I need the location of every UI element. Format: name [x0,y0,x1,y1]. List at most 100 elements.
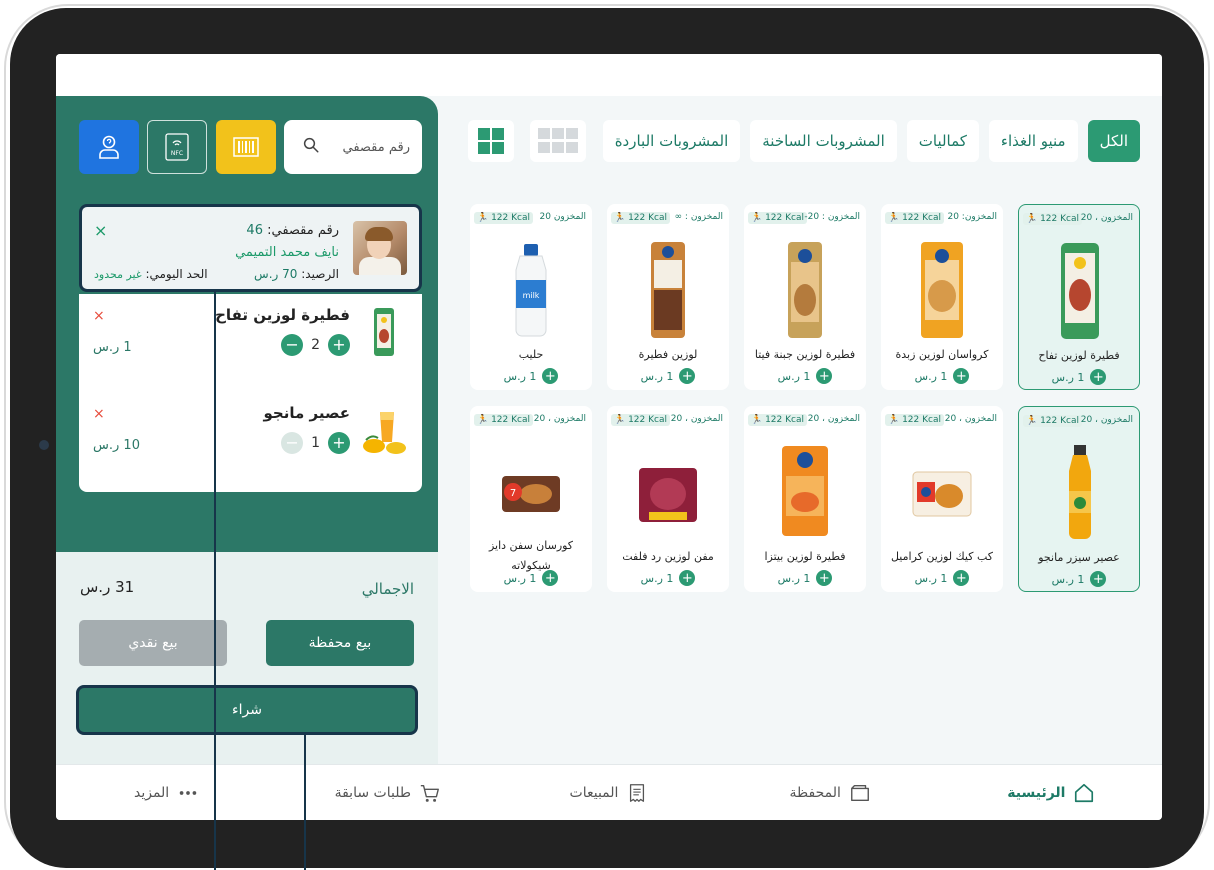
svg-text:milk: milk [523,291,540,300]
list-view-icon [538,128,578,153]
cart-item-name: عصير مانجو [263,404,350,422]
order-panel: NFC رقم مقصفي: 46 نايف محمد التميمي الرص… [56,96,438,764]
product-price: 1 ر.س [914,369,948,383]
product-card[interactable]: 🏃 122 Kcal المخزون ، 20 7 كورسان سفن داي… [470,406,592,592]
remove-item-button[interactable]: × [93,308,105,324]
tab-extras[interactable]: كماليات [906,120,979,162]
product-card[interactable]: 🏃 122 Kcal المخزون : 20- فطيرة لوزين جبن… [744,204,866,390]
calories-value: 122 Kcal [1040,214,1079,224]
add-to-cart-button[interactable]: + [953,570,970,586]
wallet-sale-button[interactable]: بيع محفظة [266,620,414,666]
add-to-cart-button[interactable]: + [542,570,559,586]
cart-item-price: 1 ر.س [93,340,132,355]
student-close-button[interactable]: × [94,221,107,240]
status-bar [56,54,1162,96]
stock-label: المخزون ، 20 [944,414,997,424]
callout-line [214,290,216,870]
product-price: 1 ر.س [640,369,674,383]
barcode-scan-button[interactable] [216,120,276,174]
product-price: 1 ر.س [1051,370,1085,384]
add-to-cart-button[interactable]: + [679,368,696,384]
product-price-row: 1 ر.س + [470,368,592,384]
stock-label: المخزون 20 [539,212,587,222]
category-tabs: الكل منيو الغذاء كماليات المشروبات الساخ… [602,120,1140,162]
nav-wallet-label: المحفظة [789,784,841,801]
more-icon [179,790,197,795]
student-balance: الرصيد: 70 ر.س [254,267,339,281]
product-card[interactable]: 🏃 122 Kcal المخزون ، 20 مفن لوزين رد فلف… [607,406,729,592]
add-to-cart-button[interactable]: + [542,368,559,384]
product-image: milk [515,244,547,337]
product-price-row: 1 ر.س + [744,368,866,384]
product-name: فطيرة لوزين بيتزا [764,550,846,563]
nfc-icon: NFC [165,133,189,161]
search-box[interactable] [284,120,422,174]
tab-hot-drinks[interactable]: المشروبات الساخنة [750,120,897,162]
product-thumbnail [374,308,394,356]
search-input[interactable] [330,139,410,155]
nav-wallet[interactable]: المحفظة [720,765,941,820]
product-image [921,242,963,338]
product-image [1069,445,1091,539]
tab-food-menu[interactable]: منيو الغذاء [988,120,1078,162]
product-price-row: 1 ر.س + [1019,571,1139,587]
decrease-qty-button[interactable]: − [281,432,304,454]
product-card[interactable]: 🏃 122 Kcal المخزون: 20 كرواسان لوزين زبد… [881,204,1003,390]
buy-button[interactable]: شراء [76,685,418,735]
list-view-button[interactable] [530,120,586,162]
add-to-cart-button[interactable]: + [1090,571,1107,587]
nfc-scan-button[interactable]: NFC [147,120,207,174]
product-price-row: 1 ر.س + [744,570,866,586]
user-help-icon [99,135,119,159]
add-to-cart-button[interactable]: + [816,570,833,586]
daily-limit-value: غير محدود [94,268,142,281]
student-id-label: رقم مقصفي: [267,223,339,238]
calories-value: 122 Kcal [491,415,530,425]
calories-value: 122 Kcal [628,213,667,223]
nav-more[interactable]: المزيد [56,765,277,820]
product-image [788,242,822,338]
product-card[interactable]: 🏃 122 Kcal المخزون : ∞ لوزين فطيرة 1 ر.س… [607,204,729,390]
add-to-cart-button[interactable]: + [816,368,833,384]
product-card[interactable]: 🏃 122 Kcal المخزون ، 20 كب كيك لوزين كرا… [881,406,1003,592]
user-lookup-button[interactable] [79,120,139,174]
student-card[interactable]: رقم مقصفي: 46 نايف محمد التميمي الرصيد: … [79,204,422,292]
product-card[interactable]: 🏃 122 Kcal المخزون ، 20 عصير سيزر مانجو … [1018,406,1140,592]
add-to-cart-button[interactable]: + [953,368,970,384]
receipt-icon [630,783,645,802]
product-card[interactable]: 🏃 122 Kcal المخزون ، 20 فطيرة لوزين تفاح… [1018,204,1140,390]
calories-value: 122 Kcal [765,415,804,425]
tab-cold-drinks[interactable]: المشروبات الباردة [602,120,741,162]
remove-item-button[interactable]: × [93,406,105,422]
product-name: مفن لوزين رد فلفت [622,550,714,563]
student-name: نايف محمد التميمي [235,245,339,260]
product-card[interactable]: 🏃 122 Kcal المخزون 20 milk حليب 1 ر.س + [470,204,592,390]
nav-sales[interactable]: المبيعات [498,765,719,820]
stock-label: المخزون ، 20 [670,414,723,424]
product-card[interactable]: 🏃 122 Kcal المخزون ، 20 فطيرة لوزين بيتز… [744,406,866,592]
product-name: حليب [518,348,544,361]
app-screen: NFC رقم مقصفي: 46 نايف محمد التميمي الرص… [56,54,1162,820]
cash-sale-button[interactable]: بيع نقدي [79,620,227,666]
wallet-icon [850,784,869,801]
decrease-qty-button[interactable]: − [281,334,304,356]
product-price-row: 1 ر.س + [470,570,592,586]
product-image: 7 [502,476,560,512]
product-price-row: 1 ر.س + [1019,369,1139,385]
tab-all[interactable]: الكل [1087,120,1140,162]
add-to-cart-button[interactable]: + [1090,369,1107,385]
increase-qty-button[interactable]: + [328,432,350,454]
nav-previous-orders[interactable]: طلبات سابقة [277,765,498,820]
quantity-stepper: + 1 − [281,432,350,454]
stock-label: المخزون : ∞ [674,212,723,222]
add-to-cart-button[interactable]: + [679,570,696,586]
balance-label: الرصيد: [301,267,339,281]
product-price: 1 ر.س [503,571,537,585]
cart-item-qty: 2 [311,337,320,353]
nav-home[interactable]: الرئيسية [941,765,1162,820]
cart-icon [420,784,439,802]
nav-sales-label: المبيعات [569,784,619,801]
increase-qty-button[interactable]: + [328,334,350,356]
nav-more-label: المزيد [133,784,170,801]
grid-view-button[interactable] [468,120,514,162]
